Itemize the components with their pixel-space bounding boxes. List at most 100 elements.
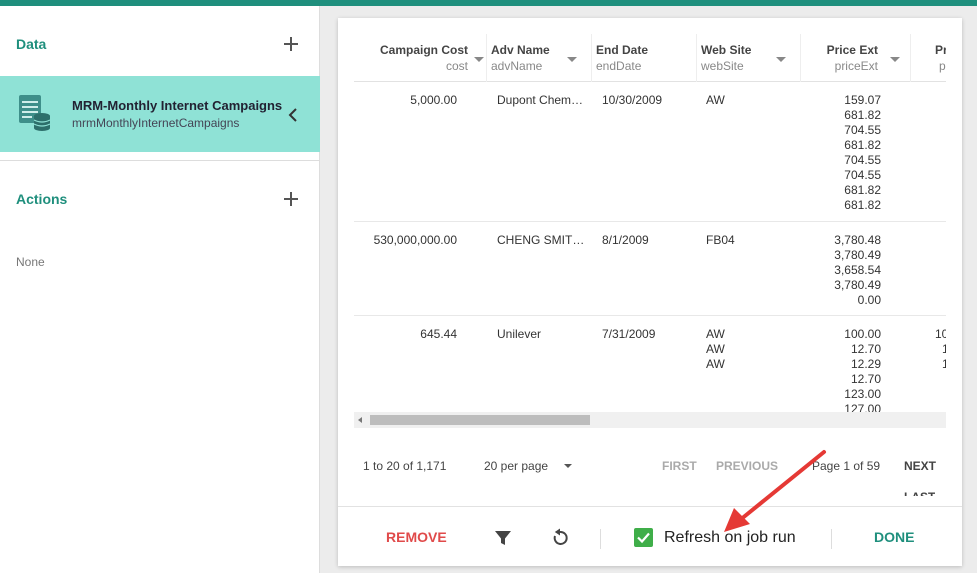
grid-header: Campaign Cost cost Adv Name advName End …: [354, 34, 946, 82]
price-value: 100.00: [844, 327, 881, 341]
data-section-header: Data: [0, 24, 320, 64]
price-value: 159.07: [844, 93, 881, 107]
card-footer: REMOVE Refresh on job run DONE: [338, 506, 962, 566]
checkmark-icon: [637, 532, 650, 544]
column-field: cost: [445, 59, 468, 73]
price-value: 0.00: [857, 293, 881, 307]
refresh-on-job-run-checkbox[interactable]: [634, 528, 653, 547]
table-row[interactable]: 5,000.00 Dupont Chem… 10/30/2009 AW 159.…: [354, 82, 946, 222]
cell-website: AW: [706, 93, 796, 108]
website-value: AW: [706, 357, 725, 371]
section-divider: [0, 160, 320, 161]
price-value: 704.55: [844, 168, 881, 182]
column-field: advName: [491, 59, 543, 73]
p-value: 1: [935, 357, 946, 372]
refresh-icon[interactable]: [550, 528, 570, 548]
website-value: AW: [706, 327, 725, 341]
price-value: 3,780.49: [834, 248, 881, 262]
cell-cost: 645.44: [420, 327, 457, 341]
price-value: 681.82: [844, 198, 881, 212]
pagination-bar: 1 to 20 of 1,171 20 per page FIRST PREVI…: [338, 448, 962, 496]
row-count-text: 1 to 20 of 1,171: [363, 459, 447, 473]
add-action-plus-icon[interactable]: [284, 192, 298, 206]
cell-website: AW AW AW: [706, 327, 796, 372]
actions-empty-text: None: [16, 255, 45, 269]
cell-priceext: 159.07 681.82 704.55 681.82 704.55 704.5…: [801, 93, 881, 213]
cell-advname: CHENG SMIT…: [497, 233, 585, 247]
add-data-plus-icon[interactable]: [284, 37, 298, 51]
cell-enddate: 8/1/2009: [602, 233, 649, 247]
data-source-item[interactable]: MRM-Monthly Internet Campaigns mrmMonthl…: [0, 76, 320, 152]
filter-icon[interactable]: [494, 529, 512, 547]
refresh-on-job-run-label[interactable]: Refresh on job run: [664, 529, 796, 547]
price-value: 681.82: [844, 108, 881, 122]
page-indicator: Page 1 of 59: [812, 459, 881, 473]
actions-section-header: Actions: [0, 179, 320, 219]
footer-separator: [600, 529, 601, 549]
left-panel: Data MRM-Monthly Internet Campaigns mrmM…: [0, 6, 320, 573]
p-value: 10: [935, 327, 946, 341]
p-value: 1: [935, 342, 946, 357]
chevron-left-icon[interactable]: [288, 108, 298, 122]
price-value: 3,780.49: [834, 278, 881, 292]
column-header-p[interactable]: Pr p: [911, 34, 946, 82]
sort-dropdown-icon[interactable]: [890, 57, 900, 62]
first-page-button[interactable]: FIRST: [662, 459, 697, 473]
column-field: p: [939, 59, 946, 73]
actions-section-title: Actions: [16, 191, 68, 207]
cell-cost: 5,000.00: [410, 93, 457, 107]
column-name: Price Ext: [826, 43, 878, 57]
data-grid: Campaign Cost cost Adv Name advName End …: [354, 34, 946, 430]
price-value: 681.82: [844, 183, 881, 197]
sort-dropdown-icon[interactable]: [776, 57, 786, 62]
sort-dropdown-icon[interactable]: [474, 57, 484, 62]
sort-dropdown-icon[interactable]: [567, 57, 577, 62]
last-page-button[interactable]: LAST: [904, 490, 935, 496]
column-name: Web Site: [701, 43, 752, 57]
column-header-cost[interactable]: Campaign Cost cost: [354, 34, 487, 82]
data-source-subtitle: mrmMonthlyInternetCampaigns: [72, 116, 240, 130]
price-value: 704.55: [844, 123, 881, 137]
price-value: 3,780.48: [834, 233, 881, 247]
previous-page-button[interactable]: PREVIOUS: [716, 459, 778, 473]
horizontal-scrollbar[interactable]: [354, 412, 946, 428]
price-value: 3,658.54: [834, 263, 881, 277]
spreadsheet-database-icon: [19, 95, 51, 131]
price-value: 704.55: [844, 153, 881, 167]
column-header-advname[interactable]: Adv Name advName: [487, 34, 592, 82]
table-row[interactable]: 530,000,000.00 CHENG SMIT… 8/1/2009 FB04…: [354, 222, 946, 316]
column-name: End Date: [596, 43, 649, 57]
cell-advname: Unilever: [497, 327, 542, 341]
footer-separator: [831, 529, 832, 549]
column-header-website[interactable]: Web Site webSite: [697, 34, 801, 82]
column-field: priceExt: [834, 59, 878, 73]
done-button[interactable]: DONE: [874, 529, 914, 545]
cell-enddate: 10/30/2009: [602, 93, 663, 107]
data-section-title: Data: [16, 36, 47, 52]
price-value: 681.82: [844, 138, 881, 152]
cell-website: FB04: [706, 233, 796, 248]
data-preview-card: Campaign Cost cost Adv Name advName End …: [338, 18, 962, 566]
column-field: webSite: [701, 59, 744, 73]
cell-advname: Dupont Chem…: [497, 93, 584, 107]
cell-priceext: 100.00 12.70 12.29 12.70 123.00 127.00: [801, 327, 881, 417]
scroll-left-arrow-icon[interactable]: [358, 417, 362, 423]
cell-priceext: 3,780.48 3,780.49 3,658.54 3,780.49 0.00: [801, 233, 881, 308]
website-value: AW: [706, 342, 725, 356]
remove-button[interactable]: REMOVE: [386, 529, 447, 545]
column-header-enddate[interactable]: End Date endDate: [592, 34, 697, 82]
price-value: 123.00: [844, 387, 881, 401]
scroll-thumb[interactable]: [370, 415, 590, 425]
column-name: Adv Name: [491, 43, 550, 57]
next-page-button[interactable]: NEXT: [904, 459, 936, 473]
cell-enddate: 7/31/2009: [602, 327, 656, 341]
website-value: FB04: [706, 233, 735, 247]
column-header-priceext[interactable]: Price Ext priceExt: [801, 34, 911, 82]
price-value: 12.29: [850, 357, 881, 371]
website-value: AW: [706, 93, 725, 107]
page-size-select[interactable]: 20 per page: [484, 459, 548, 473]
data-source-title: MRM-Monthly Internet Campaigns: [72, 98, 283, 113]
column-name: Pr: [935, 43, 946, 57]
price-value: 12.70: [850, 342, 881, 356]
caret-down-icon[interactable]: [564, 464, 572, 468]
